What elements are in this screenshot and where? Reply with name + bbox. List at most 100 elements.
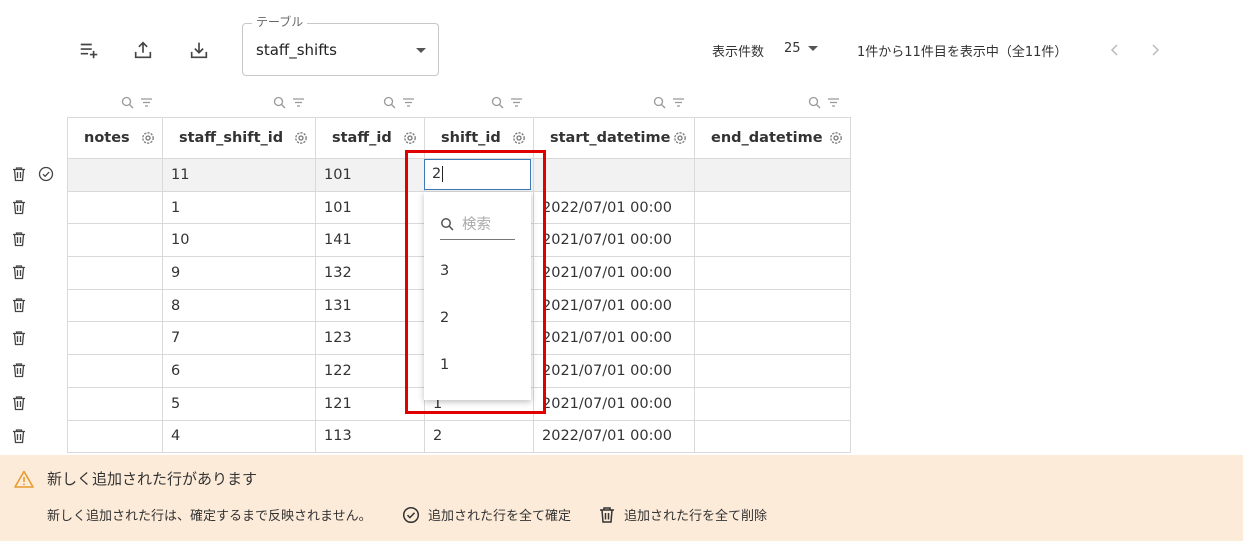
cell-notes[interactable] [67,354,163,388]
cell-end-datetime[interactable] [694,158,851,192]
cell-staff-shift-id[interactable]: 4 [162,419,316,454]
cell-staff-id[interactable]: 123 [315,321,425,356]
gear-icon[interactable] [140,130,156,146]
cell-staff-id[interactable]: 101 [315,190,425,225]
delete-row-button[interactable] [11,199,27,215]
cell-start-datetime[interactable]: 2021/07/01 00:00 [533,354,695,388]
column-header-start-datetime[interactable]: start_datetime [533,117,695,159]
search-icon[interactable] [273,96,286,109]
cell-notes[interactable] [67,256,163,290]
prev-page-button[interactable] [1101,36,1129,64]
search-icon[interactable] [653,96,666,109]
cell-end-datetime[interactable] [694,354,851,388]
cell-end-datetime[interactable] [694,223,851,258]
cell-staff-id[interactable]: 131 [315,288,425,323]
cell-start-datetime[interactable]: 2022/07/01 00:00 [533,190,695,225]
cell-notes[interactable] [67,223,163,258]
upload-button[interactable] [129,36,157,64]
cell-start-datetime[interactable]: 2022/07/01 00:00 [533,419,695,454]
cell-end-datetime[interactable] [694,386,851,421]
column-header-end-datetime[interactable]: end_datetime [694,117,851,159]
cell-staff-id[interactable]: 122 [315,354,425,388]
gear-icon[interactable] [293,130,309,146]
cell-end-datetime[interactable] [694,256,851,290]
column-filter-controls [653,96,685,109]
search-icon[interactable] [808,96,821,109]
next-page-button[interactable] [1141,36,1169,64]
cell-end-datetime[interactable] [694,288,851,323]
page-size-select[interactable]: 25 [784,41,818,56]
dropdown-option[interactable]: 1 [440,357,449,373]
cell-notes[interactable] [67,158,163,192]
dropdown-search-input[interactable]: 検索 [440,214,515,240]
cell-notes[interactable] [67,190,163,225]
cell-notes[interactable] [67,288,163,323]
table-select[interactable]: staff_shifts [242,23,439,76]
dropdown-option[interactable]: 3 [440,263,449,279]
cell-notes[interactable] [67,321,163,356]
filter-list-icon[interactable] [292,96,305,109]
table-row: 4 113 2 2022/07/01 00:00 [67,419,851,454]
delete-row-button[interactable] [11,428,27,444]
cell-staff-id[interactable]: 141 [315,223,425,258]
cell-staff-shift-id[interactable]: 7 [162,321,316,356]
gear-icon[interactable] [511,130,527,146]
gear-icon[interactable] [672,130,688,146]
cell-staff-id[interactable]: 132 [315,256,425,290]
delete-row-button[interactable] [11,395,27,411]
add-rows-button[interactable] [75,36,103,64]
cell-staff-shift-id[interactable]: 5 [162,386,316,421]
cell-start-datetime[interactable]: 2021/07/01 00:00 [533,256,695,290]
column-header-label: staff_shift_id [179,130,284,146]
cell-staff-id[interactable]: 113 [315,419,425,454]
cell-staff-shift-id[interactable]: 6 [162,354,316,388]
cell-end-datetime[interactable] [694,321,851,356]
column-header-staff-shift-id[interactable]: staff_shift_id [162,117,316,159]
cell-staff-id[interactable]: 101 [315,158,425,192]
download-button[interactable] [185,36,213,64]
cell-shift-id[interactable]: 2 [424,419,534,454]
search-icon [441,218,454,231]
delete-row-button[interactable] [11,166,27,182]
search-icon[interactable] [121,96,134,109]
delete-all-button[interactable]: 追加された行を全て削除 [598,505,767,524]
cell-staff-id[interactable]: 121 [315,386,425,421]
filter-list-icon[interactable] [402,96,415,109]
confirm-all-button[interactable]: 追加された行を全て確定 [402,505,571,524]
search-icon[interactable] [491,96,504,109]
trash-icon [13,428,25,443]
shift-id-editor-input[interactable]: 2 [424,159,531,190]
cell-start-datetime[interactable]: 2021/07/01 00:00 [533,386,695,421]
filter-list-icon[interactable] [140,96,153,109]
cell-start-datetime[interactable]: 2021/07/01 00:00 [533,288,695,323]
filter-list-icon[interactable] [827,96,840,109]
cell-staff-shift-id[interactable]: 10 [162,223,316,258]
search-icon[interactable] [383,96,396,109]
delete-row-button[interactable] [11,330,27,346]
column-header-notes[interactable]: notes [67,117,163,159]
delete-row-button[interactable] [11,362,27,378]
cell-end-datetime[interactable] [694,419,851,454]
delete-row-button[interactable] [11,231,27,247]
dropdown-option[interactable]: 2 [440,310,449,326]
cell-start-datetime[interactable]: 2021/07/01 00:00 [533,223,695,258]
cell-staff-shift-id[interactable]: 8 [162,288,316,323]
column-header-staff-id[interactable]: staff_id [315,117,425,159]
cell-start-datetime[interactable] [533,158,695,192]
delete-row-button[interactable] [11,264,27,280]
filter-list-icon[interactable] [510,96,523,109]
cell-staff-shift-id[interactable]: 11 [162,158,316,192]
cell-end-datetime[interactable] [694,190,851,225]
cell-notes[interactable] [67,386,163,421]
confirm-row-button[interactable] [38,166,54,182]
gear-icon[interactable] [402,130,418,146]
filter-list-icon[interactable] [672,96,685,109]
delete-row-button[interactable] [11,297,27,313]
page-size-value: 25 [784,41,801,56]
column-header-shift-id[interactable]: shift_id [424,117,534,159]
cell-staff-shift-id[interactable]: 1 [162,190,316,225]
cell-staff-shift-id[interactable]: 9 [162,256,316,290]
gear-icon[interactable] [828,130,844,146]
cell-notes[interactable] [67,419,163,454]
cell-start-datetime[interactable]: 2021/07/01 00:00 [533,321,695,356]
